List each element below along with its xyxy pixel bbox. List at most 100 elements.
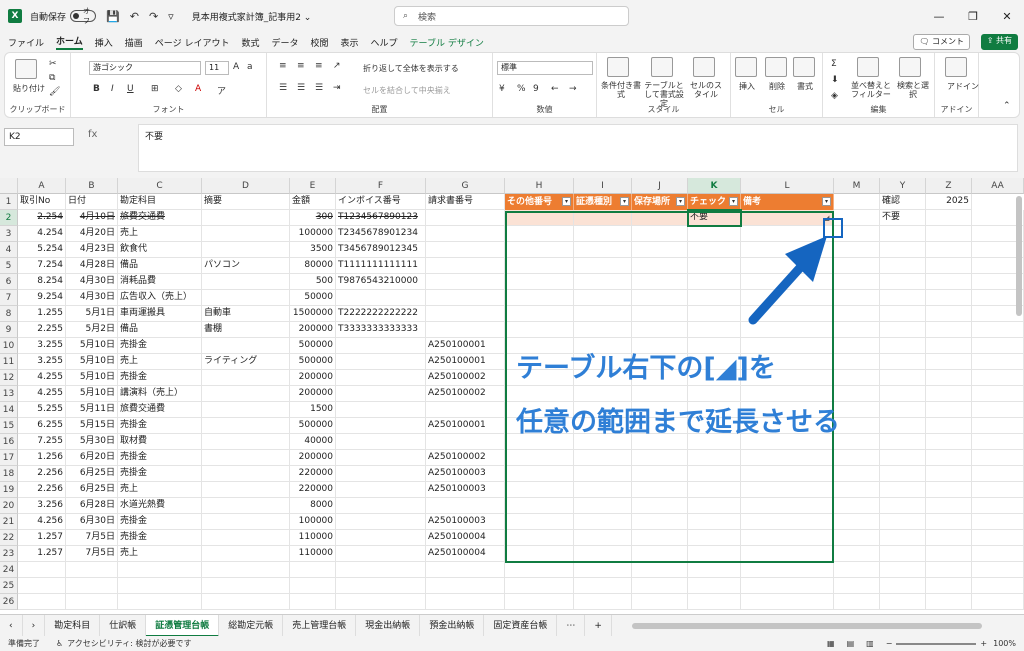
cell-aa21[interactable] [972,514,1024,530]
cell-d23[interactable] [202,546,290,562]
cell-a23[interactable]: 1.257 [18,546,66,562]
table-header-cell[interactable]: 証憑種別 ▾ [574,194,632,210]
cell-k25[interactable] [688,578,741,594]
cell-h19[interactable] [505,482,574,498]
cell-g12[interactable]: A250100002 [426,370,505,386]
cell-c21[interactable]: 売掛金 [118,514,202,530]
cell-e23[interactable]: 110000 [290,546,336,562]
font-size-select[interactable]: 11 [205,61,229,75]
cell-z17[interactable] [926,450,972,466]
cell-j19[interactable] [632,482,688,498]
cell-a6[interactable]: 8.254 [18,274,66,290]
cell-z19[interactable] [926,482,972,498]
cell-h5[interactable] [505,258,574,274]
cell-z4[interactable] [926,242,972,258]
cell-m22[interactable] [834,530,880,546]
cell-h7[interactable] [505,290,574,306]
cell-z2[interactable] [926,210,972,226]
row-header[interactable]: 13 [0,386,18,402]
cell-aa26[interactable] [972,594,1024,610]
cell-f15[interactable] [336,418,426,434]
cell-z5[interactable] [926,258,972,274]
cell-e2[interactable]: 300 [290,210,336,226]
cell-g3[interactable] [426,226,505,242]
cell-l17[interactable] [741,450,834,466]
cell-k5[interactable] [688,258,741,274]
cell-m7[interactable] [834,290,880,306]
cell-m4[interactable] [834,242,880,258]
cell-e15[interactable]: 500000 [290,418,336,434]
cell-k21[interactable] [688,514,741,530]
cell-z20[interactable] [926,498,972,514]
cell-g8[interactable] [426,306,505,322]
cell-a13[interactable]: 4.255 [18,386,66,402]
column-header-AA[interactable]: AA [972,178,1024,194]
cell-f4[interactable]: T3456789012345 [336,242,426,258]
cell-b12[interactable]: 5月10日 [66,370,118,386]
filter-dropdown-icon[interactable]: ▾ [822,197,831,206]
border-icon[interactable]: ⊞ [151,84,159,94]
cell-z3[interactable] [926,226,972,242]
row-header[interactable]: 5 [0,258,18,274]
cell-g9[interactable] [426,322,505,338]
cell-b24[interactable] [66,562,118,578]
align-middle-icon[interactable]: ≡ [297,61,305,71]
cell-j22[interactable] [632,530,688,546]
cell-b23[interactable]: 7月5日 [66,546,118,562]
cell-g24[interactable] [426,562,505,578]
cell-aa12[interactable] [972,370,1024,386]
cell-z21[interactable] [926,514,972,530]
cell-y7[interactable] [880,290,926,306]
cell-m13[interactable] [834,386,880,402]
cell-e19[interactable]: 220000 [290,482,336,498]
cell-m15[interactable] [834,418,880,434]
menu-5[interactable]: 数式 [241,36,259,49]
cell-c24[interactable] [118,562,202,578]
column-header-Z[interactable]: Z [926,178,972,194]
vertical-scrollbar[interactable] [1016,196,1022,316]
row-header[interactable]: 14 [0,402,18,418]
cell-l22[interactable] [741,530,834,546]
cell-d24[interactable] [202,562,290,578]
prev-sheet-icon[interactable]: ‹ [0,614,23,637]
row-header-1[interactable]: 1 [0,194,18,210]
minimize-icon[interactable]: — [922,10,956,23]
menu-9[interactable]: ヘルプ [371,36,398,49]
cell-y19[interactable] [880,482,926,498]
cell-f11[interactable] [336,354,426,370]
row-header[interactable]: 9 [0,322,18,338]
sheet-tab-1[interactable]: 仕訳帳 [100,614,147,637]
cell-y2[interactable]: 不要 [880,210,926,226]
cell-i25[interactable] [574,578,632,594]
cell-y14[interactable] [880,402,926,418]
cell-b3[interactable]: 4月20日 [66,226,118,242]
cell-k22[interactable] [688,530,741,546]
cell-g20[interactable] [426,498,505,514]
cell-a9[interactable]: 2.255 [18,322,66,338]
cell-z24[interactable] [926,562,972,578]
cell-b13[interactable]: 5月10日 [66,386,118,402]
cell-aa24[interactable] [972,562,1024,578]
cell-i20[interactable] [574,498,632,514]
cell-z16[interactable] [926,434,972,450]
cell-h3[interactable] [505,226,574,242]
cell-h23[interactable] [505,546,574,562]
worksheet-grid[interactable]: A B C D E F G H I J K L M Y Z AA 1 取引No 日付 勘定科目 摘要 金額 インボイス番号請… [0,178,1024,614]
cell-h17[interactable] [505,450,574,466]
cell-a14[interactable]: 5.255 [18,402,66,418]
currency-icon[interactable]: ¥ [499,84,505,94]
sheet-tab-2[interactable]: 証憑管理台帳 [146,614,220,637]
cell-i8[interactable] [574,306,632,322]
menu-8[interactable]: 表示 [341,36,359,49]
cell-f26[interactable] [336,594,426,610]
filter-dropdown-icon[interactable]: ▾ [729,197,738,206]
cell-b20[interactable]: 6月28日 [66,498,118,514]
cell-i19[interactable] [574,482,632,498]
cell-y23[interactable] [880,546,926,562]
menu-0[interactable]: ファイル [8,36,44,49]
cell-a22[interactable]: 1.257 [18,530,66,546]
cell-d10[interactable] [202,338,290,354]
cell-l25[interactable] [741,578,834,594]
cell-k24[interactable] [688,562,741,578]
cell-e21[interactable]: 100000 [290,514,336,530]
